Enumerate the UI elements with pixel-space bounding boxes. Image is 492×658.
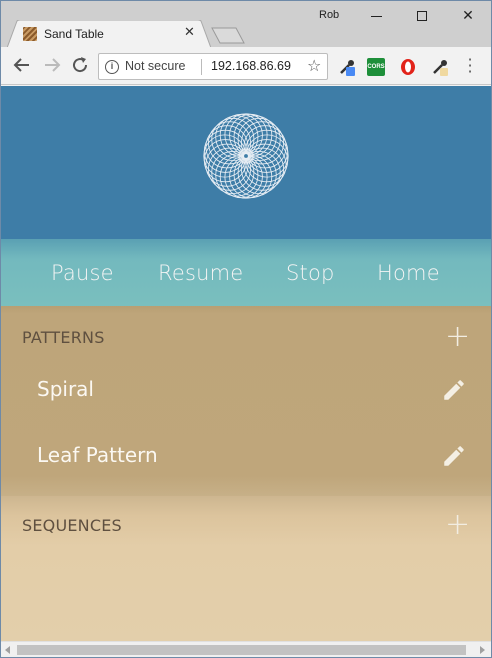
app-header — [1, 86, 491, 239]
patterns-heading: PATTERNS — [22, 328, 105, 347]
stop-button[interactable]: Stop — [286, 261, 335, 285]
close-window-button[interactable]: ✕ — [445, 1, 491, 31]
tab-close-icon[interactable]: ✕ — [184, 25, 195, 40]
cors-icon[interactable]: CORS — [367, 58, 385, 76]
sand-table-favicon — [23, 27, 37, 41]
back-arrow-icon[interactable] — [13, 56, 31, 74]
horizontal-scrollbar[interactable] — [1, 641, 491, 657]
sand-table-logo — [203, 113, 289, 199]
edit-pencil-icon[interactable] — [441, 443, 467, 469]
sequences-heading: SEQUENCES — [22, 516, 122, 535]
pause-button[interactable]: Pause — [51, 261, 114, 285]
minimize-button[interactable] — [353, 1, 399, 31]
browser-window: Sand Table ✕ Rob ✕ i Not secure 192.168.… — [0, 0, 492, 658]
home-button[interactable]: Home — [377, 261, 440, 285]
title-bar: Sand Table ✕ Rob ✕ — [1, 1, 491, 48]
browser-toolbar: i Not secure 192.168.86.69 ☆ CORS · · · — [1, 47, 491, 85]
maximize-icon — [417, 11, 427, 21]
pattern-label[interactable]: Spiral — [37, 377, 94, 401]
pattern-label[interactable]: Leaf Pattern — [37, 443, 158, 467]
sequences-section: SEQUENCES + — [1, 496, 491, 641]
omnibox-divider — [201, 59, 202, 75]
new-tab-button[interactable] — [211, 27, 245, 44]
security-label[interactable]: Not secure — [125, 59, 185, 73]
tab-title: Sand Table — [44, 27, 104, 41]
opera-icon[interactable] — [399, 58, 417, 76]
scroll-right-icon[interactable] — [480, 646, 485, 654]
close-icon: ✕ — [462, 8, 474, 24]
url-text[interactable]: 192.168.86.69 — [211, 59, 291, 73]
control-bar: Pause Resume Stop Home — [1, 239, 491, 306]
patterns-section: PATTERNS + Spiral Leaf Pattern — [1, 306, 491, 496]
bookmark-star-icon[interactable]: ☆ — [307, 56, 321, 75]
browser-menu-icon[interactable]: · · · — [467, 52, 473, 80]
scrollbar-thumb[interactable] — [17, 645, 466, 655]
minimize-icon — [370, 15, 382, 17]
eyedropper-icon[interactable] — [338, 58, 356, 76]
scroll-left-icon[interactable] — [5, 646, 10, 654]
profile-name[interactable]: Rob — [319, 9, 339, 21]
page-viewport: Pause Resume Stop Home PATTERNS + Spiral… — [1, 86, 491, 641]
active-tab[interactable] — [7, 20, 211, 48]
address-bar[interactable]: i Not secure 192.168.86.69 ☆ — [98, 53, 328, 80]
info-icon[interactable]: i — [105, 60, 119, 74]
forward-arrow-icon[interactable] — [43, 56, 61, 74]
add-sequence-icon[interactable]: + — [445, 510, 470, 540]
reload-icon[interactable] — [71, 56, 89, 74]
resume-button[interactable]: Resume — [158, 261, 243, 285]
add-pattern-icon[interactable]: + — [445, 322, 470, 352]
edit-pencil-icon[interactable] — [441, 377, 467, 403]
maximize-button[interactable] — [399, 1, 445, 31]
color-picker-icon[interactable] — [431, 58, 449, 76]
